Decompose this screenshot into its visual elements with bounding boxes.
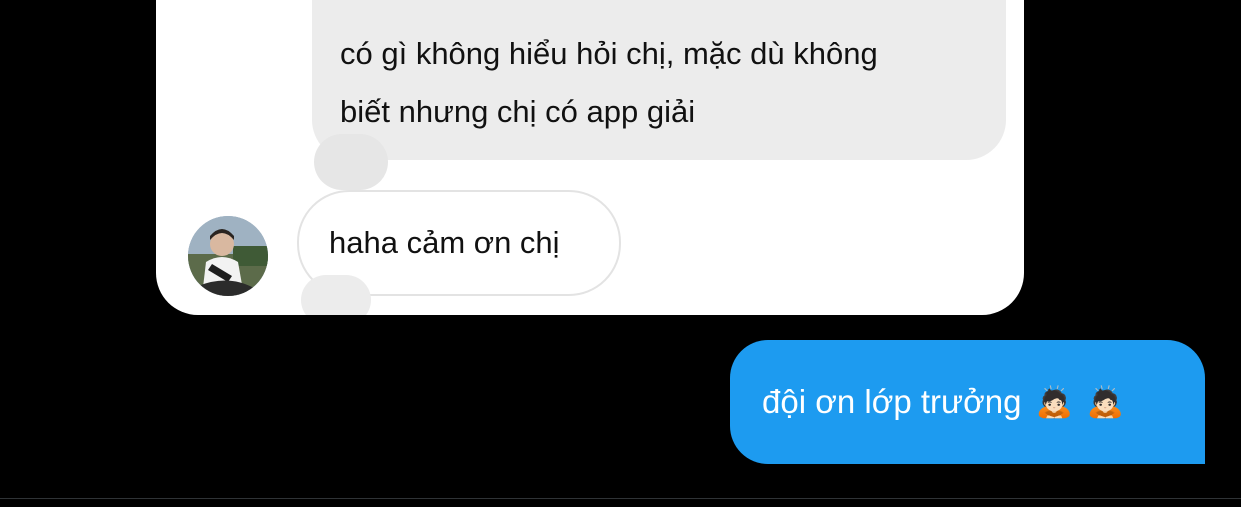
bowing-person-emoji-icon: 🙇🏻 xyxy=(1086,384,1125,420)
shared-screenshot-image[interactable]: có gì không hiểu hỏi chị, mặc dù không b… xyxy=(156,0,1024,315)
composer-divider xyxy=(0,498,1241,499)
sent-message-bubble[interactable]: đội ơn lớp trưởng 🙇🏻 🙇🏻 xyxy=(730,340,1205,464)
image-avatar xyxy=(188,216,268,296)
avatar-photo-icon xyxy=(188,216,268,296)
sent-message-text: đội ơn lớp trưởng xyxy=(762,383,1022,420)
image-gray-message-bubble: có gì không hiểu hỏi chị, mặc dù không b… xyxy=(312,0,1006,160)
dm-conversation: có gì không hiểu hỏi chị, mặc dù không b… xyxy=(0,0,1241,507)
bowing-person-emoji-icon: 🙇🏻 xyxy=(1035,384,1073,420)
image-white-bubble-tail xyxy=(301,275,371,315)
image-gray-bubble-tail xyxy=(314,134,388,190)
